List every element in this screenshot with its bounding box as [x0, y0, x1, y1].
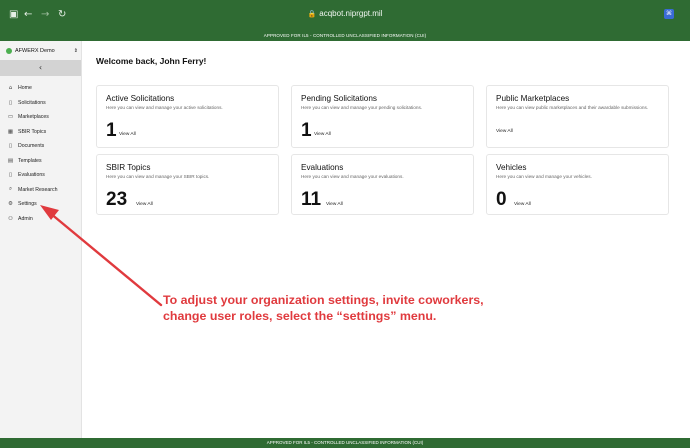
annotation-arrow — [40, 205, 163, 307]
cui-banner-bottom: APPROVED FOR IL5 - CONTROLLED UNCLASSIFI… — [0, 438, 690, 448]
annotation-text: To adjust your organization settings, in… — [163, 292, 533, 324]
annotation-line: To adjust your organization settings, in… — [163, 293, 484, 307]
annotation-line: change user roles, select the “settings”… — [163, 309, 437, 323]
